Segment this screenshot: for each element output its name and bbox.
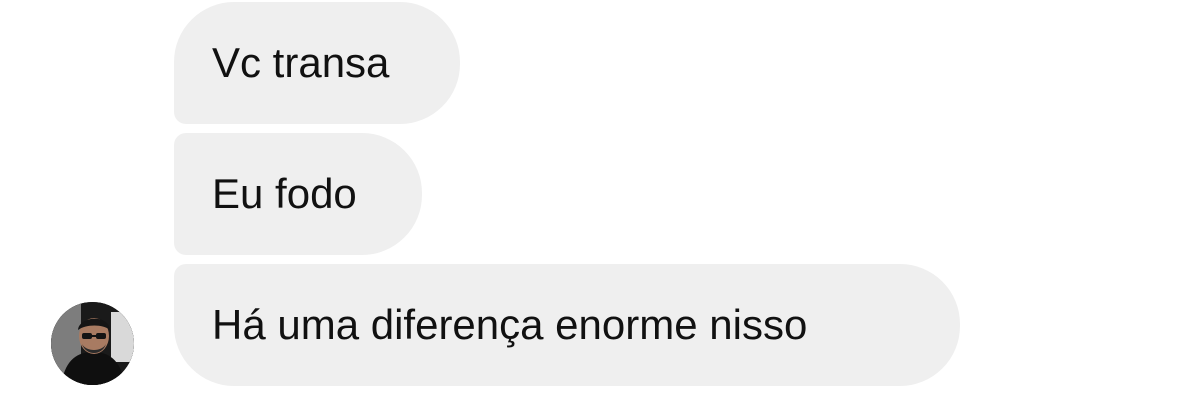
sender-avatar[interactable]: [51, 302, 134, 385]
message-text: Há uma diferença enorme nisso: [212, 301, 808, 348]
message-text: Vc transa: [212, 39, 390, 86]
message-bubble[interactable]: Há uma diferença enorme nisso: [174, 264, 960, 386]
avatar-photo-icon: [51, 302, 134, 385]
message-bubble[interactable]: Vc transa: [174, 2, 460, 124]
message-bubble[interactable]: Eu fodo: [174, 133, 422, 255]
message-text: Eu fodo: [212, 170, 357, 217]
